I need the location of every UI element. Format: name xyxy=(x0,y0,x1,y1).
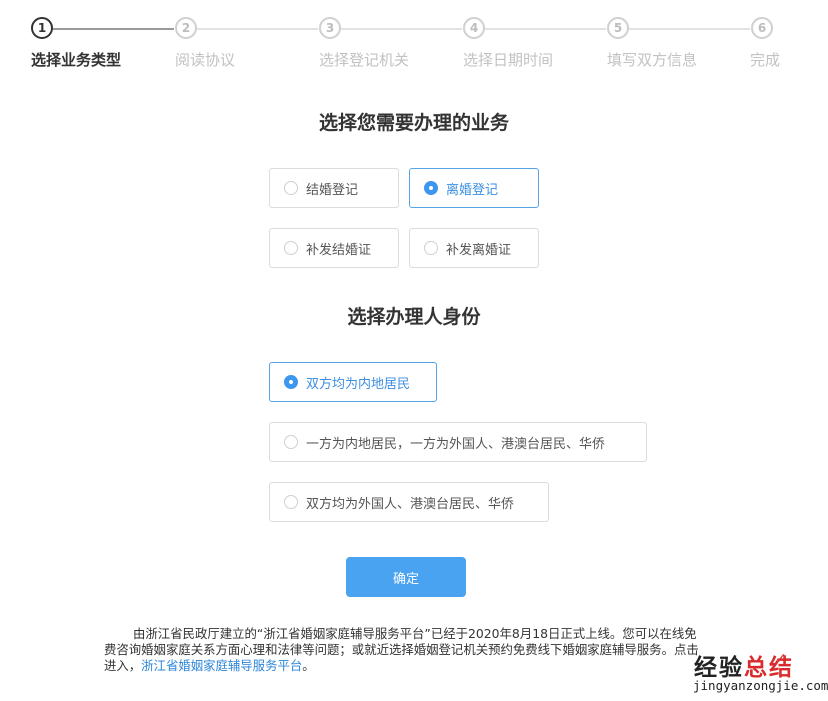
check-icon: ✓ xyxy=(775,651,787,667)
notice-end: 。 xyxy=(302,658,315,673)
step-4-label: 选择日期时间 xyxy=(463,51,554,69)
step-connector xyxy=(53,28,174,30)
radio-checked-icon xyxy=(424,181,438,195)
radio-icon xyxy=(424,241,438,255)
progress-stepper: 1 2 3 4 5 6 选择业务类型 阅读协议 选择登记机关 选择日期时间 填写… xyxy=(0,0,828,80)
identity-section-title: 选择办理人身份 xyxy=(347,306,481,328)
option-label: 补发离婚证 xyxy=(446,242,512,258)
radio-checked-icon xyxy=(284,375,298,389)
option-label: 双方均为外国人、港澳台居民、华侨 xyxy=(306,496,515,512)
radio-icon xyxy=(284,181,298,195)
option-label: 补发结婚证 xyxy=(306,242,372,258)
option-reissue-marriage-cert[interactable]: 补发结婚证 xyxy=(269,228,399,268)
step-2-indicator: 2 xyxy=(175,17,197,39)
radio-icon xyxy=(284,495,298,509)
watermark-url: jingyanzongjie.com xyxy=(693,678,828,693)
option-reissue-divorce-cert[interactable]: 补发离婚证 xyxy=(409,228,539,268)
step-6-indicator: 6 xyxy=(751,17,773,39)
step-connector xyxy=(629,28,750,30)
step-1-label: 选择业务类型 xyxy=(31,51,122,69)
option-both-foreign[interactable]: 双方均为外国人、港澳台居民、华侨 xyxy=(269,482,549,522)
confirm-button[interactable]: 确定 xyxy=(346,557,466,597)
step-5-indicator: 5 xyxy=(607,17,629,39)
step-4-indicator: 4 xyxy=(463,17,485,39)
option-marriage-registration[interactable]: 结婚登记 xyxy=(269,168,399,208)
step-3-label: 选择登记机关 xyxy=(319,51,410,69)
radio-icon xyxy=(284,435,298,449)
step-1-indicator: 1 xyxy=(31,17,53,39)
step-5-label: 填写双方信息 xyxy=(607,51,698,69)
option-both-mainland[interactable]: 双方均为内地居民 xyxy=(269,362,437,402)
option-one-mainland-one-foreign[interactable]: 一方为内地居民，一方为外国人、港澳台居民、华侨 xyxy=(269,422,647,462)
business-section-title: 选择您需要办理的业务 xyxy=(318,112,509,134)
step-2-label: 阅读协议 xyxy=(175,51,236,69)
step-3-indicator: 3 xyxy=(319,17,341,39)
option-divorce-registration[interactable]: 离婚登记 xyxy=(409,168,539,208)
option-label: 一方为内地居民，一方为外国人、港澳台居民、华侨 xyxy=(306,436,606,452)
option-label: 离婚登记 xyxy=(446,182,499,198)
step-connector xyxy=(197,28,318,30)
step-6-label: 完成 xyxy=(750,51,781,69)
step-connector xyxy=(485,28,606,30)
platform-notice: 由浙江省民政厅建立的“浙江省婚姻家庭辅导服务平台”已经于2020年8月18日正式… xyxy=(104,626,704,674)
radio-icon xyxy=(284,241,298,255)
counseling-platform-link[interactable]: 浙江省婚姻家庭辅导服务平台 xyxy=(141,658,302,673)
option-label: 双方均为内地居民 xyxy=(306,376,411,392)
option-label: 结婚登记 xyxy=(306,182,359,198)
step-connector xyxy=(341,28,462,30)
